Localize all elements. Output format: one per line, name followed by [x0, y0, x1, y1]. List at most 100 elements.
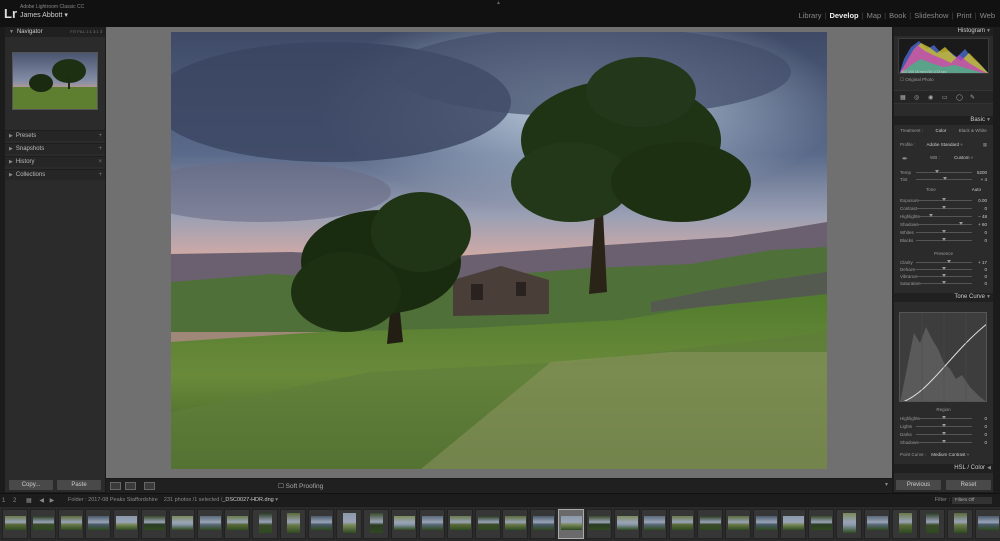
filmstrip-thumbnail[interactable]: [919, 509, 946, 539]
module-library[interactable]: Library: [796, 11, 825, 20]
slider-value[interactable]: 0: [984, 440, 987, 445]
paste-button[interactable]: Paste: [57, 480, 101, 490]
toolbar-menu-icon[interactable]: ▾: [885, 481, 888, 488]
filmstrip-thumbnail[interactable]: [780, 509, 807, 539]
slider-highlights[interactable]: [916, 416, 972, 419]
slider-temp[interactable]: [916, 170, 972, 173]
slider-knob[interactable]: [928, 214, 933, 217]
spot-removal-icon[interactable]: ◎: [914, 94, 919, 101]
slider-knob[interactable]: [942, 206, 946, 209]
module-slideshow[interactable]: Slideshow: [911, 11, 951, 20]
user-name[interactable]: James Abbott ▾: [20, 11, 68, 19]
filmstrip-thumbnail[interactable]: [947, 509, 974, 539]
filmstrip-thumbnail[interactable]: [641, 509, 668, 539]
slider-knob[interactable]: [942, 198, 946, 201]
back-arrow-icon[interactable]: ◀: [39, 498, 44, 504]
wb-select[interactable]: Custom ÷: [954, 155, 973, 160]
adjustment-brush-icon[interactable]: ✎: [970, 94, 975, 101]
add-icon[interactable]: +: [98, 144, 102, 155]
tone-curve-header[interactable]: Tone Curve ▼: [894, 293, 993, 302]
filmstrip-thumbnail[interactable]: [168, 509, 195, 539]
filmstrip-thumbnail[interactable]: [530, 509, 557, 539]
filmstrip-thumbnail[interactable]: [196, 509, 223, 539]
slider-knob[interactable]: [942, 416, 946, 419]
filmstrip-thumbnail[interactable]: [419, 509, 445, 539]
hsl-header[interactable]: HSL / Color ◀: [894, 464, 993, 473]
profile-browser-icon[interactable]: ▦: [983, 142, 987, 148]
slider-highlights[interactable]: [916, 214, 972, 217]
filter-select[interactable]: Filters Off: [952, 497, 992, 504]
filmstrip-thumbnail[interactable]: [863, 509, 890, 539]
slider-clarity[interactable]: [916, 260, 972, 263]
panel-snapshots[interactable]: ▶ Snapshots +: [5, 143, 105, 154]
slider-value[interactable]: 0: [984, 281, 987, 286]
slider-shadows[interactable]: [916, 222, 972, 225]
panel-collections[interactable]: ▶ Collections +: [5, 169, 105, 180]
navigator-zoom-modes[interactable]: FIT FILL 1:1 3:1 ⇕: [70, 27, 103, 37]
filmstrip-thumbnail[interactable]: [29, 509, 56, 539]
slider-knob[interactable]: [947, 260, 952, 263]
before-after-icon[interactable]: [125, 482, 136, 490]
source-info[interactable]: Folder : 2017-08 Peaks Staffordshire 231…: [68, 497, 278, 503]
compare-view-icon[interactable]: [144, 482, 155, 490]
clear-icon[interactable]: ×: [98, 157, 102, 168]
slider-tint[interactable]: [916, 177, 972, 180]
tone-auto-button[interactable]: Auto: [972, 187, 981, 192]
page-2-button[interactable]: 2: [13, 498, 16, 504]
slider-knob[interactable]: [942, 238, 946, 241]
slider-exposure[interactable]: [916, 198, 972, 201]
point-curve-select[interactable]: Medium Contrast ÷: [931, 452, 969, 457]
slider-value[interactable]: 0: [984, 267, 987, 272]
slider-value[interactable]: 0: [984, 238, 987, 243]
slider-value[interactable]: + 60: [978, 222, 987, 227]
navigator-header[interactable]: ▼ Navigator FIT FILL 1:1 3:1 ⇕: [5, 27, 105, 37]
filmstrip-thumbnail[interactable]: [669, 509, 696, 539]
add-icon[interactable]: +: [98, 170, 102, 181]
add-icon[interactable]: +: [98, 131, 102, 142]
previous-button[interactable]: Previous: [896, 480, 941, 490]
slider-value[interactable]: 0: [984, 432, 987, 437]
treatment-bw[interactable]: Black & White: [959, 128, 987, 133]
navigator-preview[interactable]: [12, 52, 98, 110]
slider-blacks[interactable]: [916, 238, 972, 241]
slider-knob[interactable]: [942, 274, 946, 277]
slider-value[interactable]: 0: [984, 206, 987, 211]
radial-filter-icon[interactable]: ◯: [956, 94, 963, 101]
slider-shadows[interactable]: [916, 440, 972, 443]
slider-knob[interactable]: [942, 432, 946, 435]
slider-knob[interactable]: [942, 440, 946, 443]
copy-button[interactable]: Copy...: [9, 480, 53, 490]
slider-value[interactable]: 5200: [977, 170, 987, 175]
filmstrip-thumbnail[interactable]: [446, 509, 473, 539]
slider-value[interactable]: 0: [984, 274, 987, 279]
filmstrip-thumbnail[interactable]: [474, 509, 501, 539]
slider-vibrance[interactable]: [916, 274, 972, 277]
module-develop[interactable]: Develop: [826, 11, 861, 20]
reset-button[interactable]: Reset: [946, 480, 991, 490]
module-book[interactable]: Book: [886, 11, 909, 20]
module-web[interactable]: Web: [977, 11, 998, 20]
slider-value[interactable]: − 48: [978, 214, 987, 219]
filmstrip-thumbnail[interactable]: [335, 509, 362, 539]
soft-proofing-checkbox[interactable]: ☐ Soft Proofing: [278, 482, 323, 490]
slider-dehaze[interactable]: [916, 267, 972, 270]
filmstrip-thumbnail[interactable]: [252, 509, 279, 539]
filmstrip-thumbnail[interactable]: [280, 509, 306, 539]
grid-icon[interactable]: ▦: [26, 498, 32, 504]
slider-darks[interactable]: [916, 432, 972, 435]
filmstrip-thumbnail[interactable]: [613, 509, 640, 539]
slider-knob[interactable]: [942, 230, 946, 233]
slider-saturation[interactable]: [916, 281, 972, 284]
filmstrip-thumbnail[interactable]: [113, 509, 140, 539]
slider-value[interactable]: 0.00: [978, 198, 987, 203]
filmstrip-thumbnail[interactable]: [585, 509, 612, 539]
slider-value[interactable]: 0: [984, 424, 987, 429]
slider-knob[interactable]: [943, 177, 948, 180]
slider-contrast[interactable]: [916, 206, 972, 209]
filmstrip-thumbnail[interactable]: [224, 509, 251, 539]
histogram[interactable]: ISO 100 16 mm f/16 1/13 sec: [898, 38, 989, 74]
filmstrip-thumbnail[interactable]: [697, 509, 723, 539]
filmstrip-thumbnail[interactable]: [558, 509, 584, 539]
slider-lights[interactable]: [916, 424, 972, 427]
slider-value[interactable]: 0: [984, 416, 987, 421]
